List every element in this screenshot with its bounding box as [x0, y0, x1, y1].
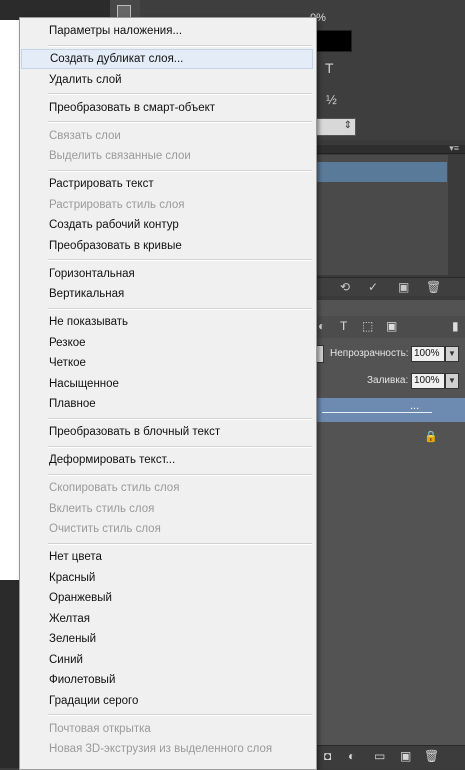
- menu-separator: [48, 259, 312, 261]
- menu-item[interactable]: Градации серого: [21, 691, 313, 711]
- menu-item[interactable]: Оранжевый: [21, 588, 313, 608]
- layers-panel: [310, 300, 465, 768]
- menu-item[interactable]: Плавное: [21, 394, 313, 414]
- opacity-chevron-down-icon[interactable]: ▼: [445, 346, 459, 362]
- menu-item[interactable]: Горизонтальная: [21, 264, 313, 284]
- dropdown-arrow-icon: ⇕: [343, 120, 352, 131]
- text-type-icon[interactable]: T: [325, 60, 334, 76]
- layer-context-menu: Параметры наложения... Создать дубликат с…: [19, 17, 317, 770]
- menu-item: Новая 3D-экструзия из выделенного слоя: [49, 743, 273, 755]
- new-layer-icon[interactable]: ▣: [400, 749, 411, 763]
- filter-shape-icon[interactable]: ⬚: [362, 319, 373, 333]
- menu-separator: [48, 307, 312, 310]
- menu-separator: [48, 714, 312, 716]
- filter-toggle-icon[interactable]: ▮: [452, 319, 459, 333]
- commit-icon[interactable]: ✓: [368, 280, 378, 294]
- layers-bottom-toolbar: ◘ ◐ ▭ ▣ 🗑: [310, 745, 465, 769]
- opacity-label: Непрозрачность:: [330, 348, 409, 359]
- menu-item: Почтовая открытка: [49, 722, 151, 735]
- menu-item[interactable]: Красный: [21, 568, 313, 588]
- menu-separator: [48, 417, 312, 420]
- lock-icon: 🔒: [424, 431, 438, 443]
- filter-adjust-icon[interactable]: ◐: [318, 319, 325, 333]
- menu-item[interactable]: Не показывать: [21, 312, 313, 332]
- menu-item[interactable]: Резкое: [21, 333, 313, 353]
- filter-text-icon[interactable]: T: [340, 319, 347, 333]
- menu-item[interactable]: Желтая: [21, 609, 313, 629]
- menu-item[interactable]: Деформировать текст...: [21, 450, 313, 470]
- history-selected-row[interactable]: [310, 162, 447, 182]
- layer-name-underline: [322, 412, 432, 413]
- menu-item: Вклеить стиль слоя: [49, 502, 155, 515]
- fill-input[interactable]: 100%: [411, 373, 445, 389]
- history-toolbar: ⟲ ✓ ▣ 🗑: [310, 277, 465, 296]
- menu-item[interactable]: Создать рабочий контур: [21, 215, 313, 235]
- menu-item[interactable]: Четкое: [21, 353, 313, 373]
- trash-icon[interactable]: 🗑: [426, 280, 441, 294]
- menu-item: Выделить связанные слои: [49, 150, 191, 162]
- fill-label: Заливка:: [367, 375, 409, 386]
- menu-item[interactable]: Преобразовать в кривые: [21, 236, 313, 256]
- menu-item[interactable]: Параметры наложения...: [21, 21, 313, 41]
- adjustment-layer-icon[interactable]: ◐: [348, 749, 355, 763]
- menu-separator: [48, 93, 312, 95]
- opacity-input[interactable]: 100%: [411, 346, 445, 362]
- snapshot-icon[interactable]: ⟲: [340, 280, 350, 294]
- layer-name-ellipsis: ...: [410, 400, 420, 412]
- menu-item: Растрировать стиль слоя: [49, 198, 185, 211]
- filter-smart-icon[interactable]: ▣: [386, 319, 397, 333]
- panel-menu-icon[interactable]: ▾≡: [449, 143, 459, 154]
- menu-item[interactable]: Преобразовать в блочный текст: [21, 422, 313, 442]
- trash-icon[interactable]: 🗑: [424, 749, 439, 763]
- menu-separator: [48, 44, 312, 47]
- menu-item[interactable]: Удалить слой: [21, 70, 313, 90]
- fraction-icon[interactable]: ½: [326, 92, 337, 107]
- layer-filter-row: ◐ T ⬚ ▣ ▮: [310, 316, 465, 338]
- menu-item[interactable]: Вертикальная: [21, 284, 313, 304]
- menu-item[interactable]: Преобразовать в смарт-объект: [21, 98, 313, 118]
- menu-item[interactable]: Создать дубликат слоя...: [21, 49, 313, 69]
- add-mask-icon[interactable]: ◘: [324, 749, 331, 763]
- menu-item[interactable]: Нет цвета: [21, 547, 313, 567]
- new-group-icon[interactable]: ▭: [374, 749, 385, 763]
- background-layer-row[interactable]: [310, 424, 465, 450]
- menu-item: Связать слои: [49, 129, 121, 142]
- menu-item[interactable]: Растрировать текст: [21, 174, 313, 194]
- menu-separator: [48, 473, 312, 476]
- menu-separator: [48, 169, 312, 172]
- canvas-edge: [0, 20, 20, 580]
- menu-separator: [48, 445, 312, 448]
- menu-separator: [48, 542, 312, 545]
- panel-header: ▾≡: [310, 143, 465, 154]
- selected-layer-row[interactable]: ...: [310, 398, 465, 422]
- menu-item[interactable]: Зеленый: [21, 629, 313, 649]
- new-document-icon[interactable]: ▣: [398, 280, 409, 294]
- menu-item: Очистить стиль слоя: [49, 523, 161, 535]
- menu-item[interactable]: Насыщенное: [21, 374, 313, 394]
- menu-item[interactable]: Синий: [21, 650, 313, 670]
- panel-scrollbar[interactable]: [448, 155, 465, 275]
- menu-item[interactable]: Фиолетовый: [21, 670, 313, 690]
- menu-separator: [48, 121, 312, 123]
- menu-item: Скопировать стиль слоя: [49, 482, 180, 494]
- fill-chevron-down-icon[interactable]: ▼: [445, 373, 459, 389]
